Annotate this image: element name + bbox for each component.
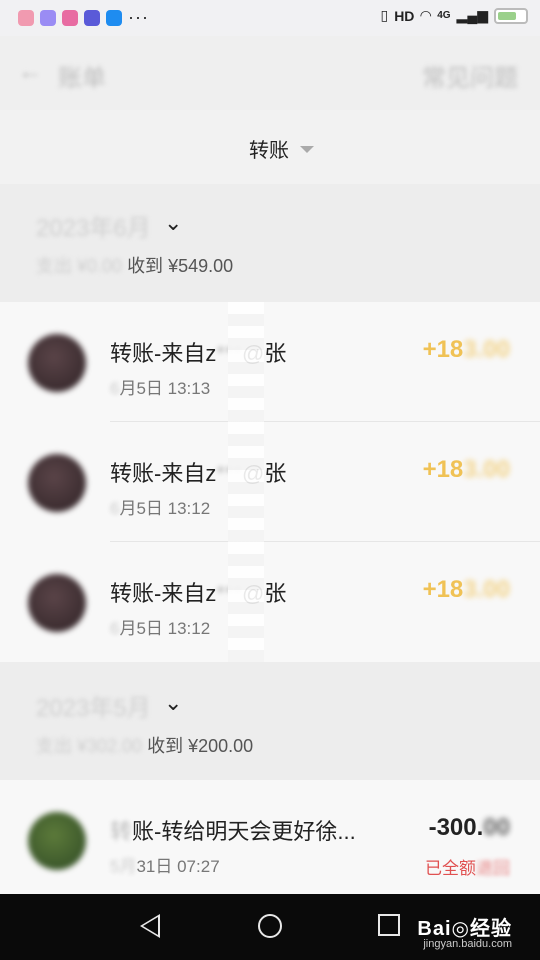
transaction-row[interactable]: 转账-来自z***@张 6月5日 13:12 +183.00 [0, 422, 540, 542]
app-notification-icon [40, 9, 56, 26]
month-income-summary: 收到 ¥200.00 [147, 736, 254, 756]
filter-bar[interactable]: 转账 [0, 110, 540, 184]
refund-status: 已全额退回 [425, 854, 510, 879]
title-text: 转账-来自z [110, 341, 217, 366]
avatar [28, 334, 86, 392]
amount-redacted: 3.00 [463, 456, 510, 483]
month-header[interactable]: 2023年5月 ⌄ 支出 ¥302.00 收到 ¥200.00 [0, 664, 540, 774]
time-text: 月5日 13:13 [119, 379, 211, 398]
time-text: 31日 07:27 [136, 857, 220, 876]
app-notification-icon [84, 9, 100, 26]
amount-redacted: 00 [483, 814, 510, 841]
faq-button[interactable]: 常见问题 [422, 58, 518, 93]
caret-down-icon[interactable] [300, 146, 314, 153]
avatar [28, 454, 86, 512]
month-title: 2023年6月 [36, 215, 151, 242]
amount-redacted: 3.00 [463, 336, 510, 363]
bill-page: ··· ▯ HD ◠ 4G ▂▄▆ ← 账单 常见问题 转账 2023年6月 ⌄… [0, 0, 540, 960]
month-summary: 支出 ¥0.00 收到 ¥549.00 [36, 252, 233, 278]
transaction-amount: +183.00 [423, 456, 510, 484]
nav-bar: ← 账单 常见问题 [0, 36, 540, 110]
title-text: 转账-来自z [110, 461, 217, 486]
status-bar: ··· ▯ HD ◠ 4G ▂▄▆ [0, 0, 540, 36]
title-text: 转账-来自z [110, 581, 217, 606]
time-text: 月5日 13:12 [119, 619, 211, 638]
chevron-down-icon[interactable]: ⌄ [164, 210, 182, 236]
transaction-row[interactable]: 转账-来自z***@张 6月5日 13:12 +183.00 [0, 542, 540, 662]
transaction-amount: +183.00 [423, 336, 510, 364]
nav-home-icon[interactable] [258, 914, 282, 938]
amount-text: +18 [422, 336, 464, 363]
app-notification-icon [18, 9, 34, 26]
month-expense-summary: 支出 ¥0.00 [36, 256, 123, 276]
hd-label: HD [394, 7, 415, 24]
nav-back-icon[interactable] [140, 914, 160, 938]
transaction-row[interactable]: 转账-来自z***@张 6月5日 13:13 +183.00 [0, 302, 540, 422]
transaction-amount: +183.00 [423, 576, 510, 604]
privacy-mosaic [228, 302, 264, 662]
transaction-amount: -300.00 [429, 814, 510, 842]
transaction-time: 6月5日 13:12 [110, 614, 210, 639]
time-redacted: 5月 [110, 857, 137, 876]
nav-recent-apps-icon[interactable] [378, 914, 400, 936]
time-redacted: 6 [110, 379, 120, 398]
title-text: 账-转给明天会更好徐... [132, 819, 356, 844]
transaction-time: 6月5日 13:13 [110, 374, 210, 399]
alipay-icon [106, 9, 122, 26]
watermark-url: jingyan.baidu.com [423, 938, 512, 950]
month-header[interactable]: 2023年6月 ⌄ 支出 ¥0.00 收到 ¥549.00 [0, 184, 540, 294]
month-expense-summary: 支出 ¥302.00 [36, 736, 143, 756]
signal-icon: ▂▄▆ [456, 7, 488, 23]
network-4g-label: 4G [437, 10, 451, 21]
wifi-icon: ◠ [420, 7, 432, 23]
status-right: ▯ HD ◠ 4G ▂▄▆ [380, 7, 528, 24]
status-redacted: 退回 [476, 859, 510, 878]
month-title: 2023年5月 [36, 695, 151, 722]
status-left: ··· [12, 7, 149, 28]
amount-text: +18 [422, 576, 464, 603]
transaction-row[interactable]: 转账-转给明天会更好徐... 5月31日 07:27 -300.00 已全额退回 [0, 780, 540, 900]
back-button[interactable]: ← [18, 58, 42, 86]
transaction-time: 6月5日 13:12 [110, 494, 210, 519]
status-text: 已全额 [425, 859, 476, 878]
chevron-down-icon[interactable]: ⌄ [164, 690, 182, 716]
page-title: 账单 [58, 65, 106, 92]
month-summary: 支出 ¥302.00 收到 ¥200.00 [36, 732, 253, 758]
amount-redacted: 3.00 [463, 576, 510, 603]
time-redacted: 6 [110, 499, 120, 518]
amount-text: +18 [422, 456, 464, 483]
avatar [28, 574, 86, 632]
vibrate-icon: ▯ [380, 7, 389, 23]
battery-icon [494, 7, 528, 24]
baidu-jingyan-watermark: Bai◎经验 [417, 918, 512, 940]
transaction-title: 转账-转给明天会更好徐... [110, 814, 356, 846]
more-notifications-icon: ··· [128, 7, 149, 27]
month-income-summary: 收到 ¥549.00 [127, 256, 234, 276]
avatar [28, 812, 86, 870]
app-notification-icon [62, 9, 78, 26]
transaction-time: 5月31日 07:27 [110, 852, 220, 877]
title-redacted: 转 [110, 819, 133, 844]
time-text: 月5日 13:12 [119, 499, 211, 518]
filter-dropdown-label[interactable]: 转账 [249, 134, 289, 163]
time-redacted: 6 [110, 619, 120, 638]
amount-text: -300. [428, 814, 484, 841]
